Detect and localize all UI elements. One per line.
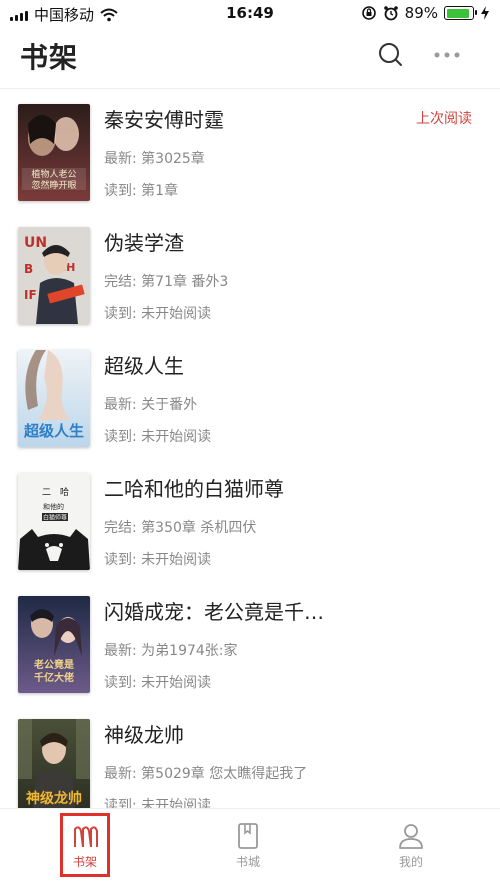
- alarm-icon: [383, 6, 398, 21]
- tab-label: 我的: [398, 855, 423, 869]
- svg-text:老公竟是: 老公竟是: [33, 658, 74, 671]
- svg-text:白猫师尊: 白猫师尊: [43, 514, 67, 522]
- tab-bookstore[interactable]: 书城: [198, 815, 298, 879]
- book-cover[interactable]: 超级人生: [18, 350, 90, 447]
- book-title: 伪装学渣: [104, 231, 184, 255]
- svg-text:忽然睁开眼: 忽然睁开眼: [31, 179, 76, 191]
- last-read-badge: 上次阅读: [416, 111, 472, 127]
- battery-icon: [444, 6, 477, 20]
- book-read-progress: 读到: 第1章: [104, 183, 179, 199]
- tab-label: 书架: [72, 855, 97, 869]
- book-latest-chapter: 完结: 第350章 杀机四伏: [104, 520, 257, 536]
- bookshelf-icon: [74, 826, 98, 848]
- book-title: 秦安安傅时霆: [104, 108, 224, 132]
- book-latest-chapter: 最新: 第5029章 您太瞧得起我了: [104, 766, 308, 782]
- profile-icon: [399, 824, 423, 849]
- tab-bookshelf[interactable]: 书架: [35, 815, 135, 879]
- book-title: 闪婚成宠：老公竟是千…: [104, 600, 324, 624]
- svg-text:B: B: [24, 262, 33, 276]
- svg-text:二: 二: [42, 488, 51, 498]
- book-item[interactable]: 老公竟是 千亿大佬 闪婚成宠：老公竟是千… 最新: 为弟1974张:家 读到: …: [0, 588, 500, 711]
- book-item[interactable]: UN B CH IF 伪装学渣 完结: 第71章 番外3 读到: 未开始阅读: [0, 219, 500, 342]
- search-button[interactable]: [374, 38, 408, 72]
- battery-fill: [446, 8, 469, 18]
- book-read-progress: 读到: 未开始阅读: [104, 798, 212, 808]
- book-read-progress: 读到: 未开始阅读: [104, 675, 212, 691]
- book-read-progress: 读到: 未开始阅读: [104, 306, 212, 322]
- book-cover[interactable]: 二 哈 和他的 白猫师尊: [18, 473, 90, 570]
- book-latest-chapter: 最新: 关于番外: [104, 397, 198, 413]
- book-item[interactable]: 超级人生 超级人生 最新: 关于番外 读到: 未开始阅读: [0, 342, 500, 465]
- book-title: 二哈和他的白猫师尊: [104, 477, 284, 501]
- more-button[interactable]: [430, 38, 464, 72]
- tab-bar: 书架 书城 我的: [0, 808, 500, 882]
- status-bar: 中国移动 16:49 89%: [0, 0, 500, 28]
- tab-profile[interactable]: 我的: [361, 815, 461, 879]
- svg-text:哈: 哈: [60, 486, 69, 498]
- book-cover[interactable]: 神级龙帅: [18, 719, 90, 808]
- svg-text:神级龙帅: 神级龙帅: [26, 790, 82, 807]
- bookstore-icon: [238, 823, 258, 849]
- tab-label: 书城: [235, 855, 260, 869]
- book-item[interactable]: 二 哈 和他的 白猫师尊 二哈和他的白猫师尊 完结: 第350章 杀机四伏 读到…: [0, 465, 500, 588]
- book-title: 超级人生: [104, 354, 184, 378]
- svg-text:UN: UN: [24, 235, 47, 251]
- battery-percent: 89%: [404, 4, 438, 22]
- book-cover[interactable]: UN B CH IF: [18, 227, 90, 324]
- book-latest-chapter: 完结: 第71章 番外3: [104, 274, 229, 290]
- search-icon: [379, 43, 402, 66]
- header: 书架: [0, 28, 500, 84]
- svg-text:千亿大佬: 千亿大佬: [34, 671, 74, 684]
- more-dots-icon: [434, 52, 460, 58]
- book-read-progress: 读到: 未开始阅读: [104, 429, 212, 445]
- svg-text:IF: IF: [24, 288, 37, 302]
- svg-text:植物人老公: 植物人老公: [31, 168, 76, 180]
- book-title: 神级龙帅: [104, 723, 184, 747]
- page-title: 书架: [20, 41, 79, 74]
- book-item[interactable]: 神级龙帅 神级龙帅 最新: 第5029章 您太瞧得起我了 读到: 未开始阅读: [0, 711, 500, 808]
- orientation-lock-icon: [361, 6, 376, 20]
- book-cover[interactable]: 老公竟是 千亿大佬: [18, 596, 90, 693]
- svg-text:和他的: 和他的: [43, 502, 64, 511]
- svg-text:超级人生: 超级人生: [23, 422, 84, 440]
- status-right: 89%: [361, 4, 490, 22]
- book-item[interactable]: 植物人老公 忽然睁开眼 秦安安傅时霆 上次阅读 最新: 第3025章 读到: 第…: [0, 96, 500, 219]
- book-cover[interactable]: 植物人老公 忽然睁开眼: [18, 104, 90, 201]
- book-latest-chapter: 最新: 为弟1974张:家: [104, 643, 238, 659]
- header-divider: [0, 88, 500, 89]
- charging-icon: [481, 6, 489, 20]
- book-list[interactable]: 植物人老公 忽然睁开眼 秦安安傅时霆 上次阅读 最新: 第3025章 读到: 第…: [0, 96, 500, 808]
- book-latest-chapter: 最新: 第3025章: [104, 151, 205, 167]
- book-read-progress: 读到: 未开始阅读: [104, 552, 212, 568]
